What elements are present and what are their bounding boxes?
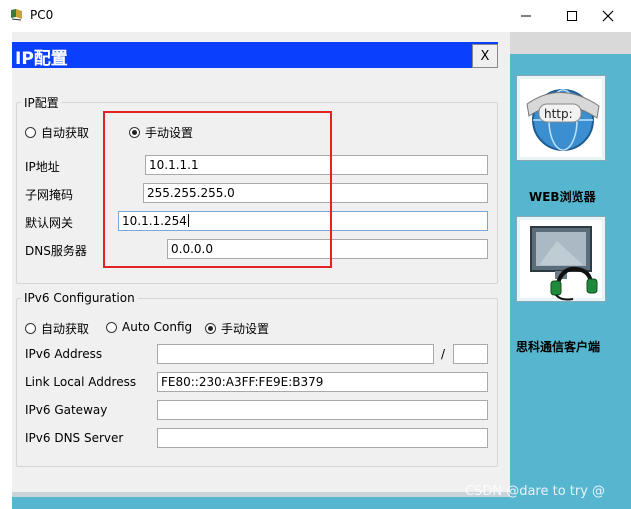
close-icon xyxy=(602,10,614,22)
maximize-icon xyxy=(567,11,577,21)
subnet-mask-label: 子网掩码 xyxy=(25,188,74,202)
radio-unchecked-icon xyxy=(25,127,36,138)
prefix-separator: / xyxy=(441,347,446,361)
ipv6-radio-dhcp-label: 自动获取 xyxy=(41,322,90,336)
link-local-address-label: Link Local Address xyxy=(25,375,137,389)
web-browser-label[interactable]: WEB浏览器 xyxy=(529,188,596,205)
ipv6-gateway-label: IPv6 Gateway xyxy=(25,403,108,417)
ipv6-radio-autoconfig[interactable]: Auto Config xyxy=(106,320,192,334)
ipv4-group-legend: IP配置 xyxy=(21,94,62,111)
cisco-comms-client-tile[interactable] xyxy=(516,216,606,302)
desktop-apps-panel: http: WEB浏览器 思科通信客户端 xyxy=(510,32,631,509)
dialog-titlebar: IP配置 xyxy=(12,42,498,69)
ipv4-radio-dhcp[interactable]: 自动获取 xyxy=(25,124,89,141)
web-browser-tile[interactable]: http: xyxy=(516,75,606,161)
radio-unchecked-icon xyxy=(25,323,36,334)
close-window-button[interactable] xyxy=(585,0,631,32)
ipv6-radio-static-label: 手动设置 xyxy=(221,322,270,336)
radio-checked-icon xyxy=(205,323,216,334)
dialog-close-button[interactable]: X xyxy=(472,44,498,68)
ipv6-group-legend: IPv6 Configuration xyxy=(21,291,138,305)
packet-tracer-pc-icon xyxy=(10,8,24,22)
cisco-comms-client-label[interactable]: 思科通信客户端 xyxy=(516,338,600,355)
dns-server-label: DNS服务器 xyxy=(25,244,87,258)
svg-text:http:: http: xyxy=(544,107,573,121)
ipv6-dns-server-field[interactable] xyxy=(157,428,488,448)
ipv6-dns-server-label: IPv6 DNS Server xyxy=(25,431,124,445)
window-titlebar: PC0 xyxy=(0,0,631,32)
ipv6-radio-dhcp[interactable]: 自动获取 xyxy=(25,320,89,337)
ipv6-address-field[interactable] xyxy=(157,344,434,364)
ipv6-gateway-field[interactable] xyxy=(157,400,488,420)
dialog-title: IP配置 xyxy=(15,49,68,69)
monitor-headset-icon xyxy=(530,226,598,301)
ip-address-label: IP地址 xyxy=(25,160,60,174)
ipv6-radio-autoconfig-label: Auto Config xyxy=(122,320,193,334)
highlight-annotation-box xyxy=(103,111,332,268)
default-gateway-label: 默认网关 xyxy=(25,216,74,230)
radio-unchecked-icon xyxy=(106,321,117,333)
link-local-address-field[interactable]: FE80::230:A3FF:FE9E:B379 xyxy=(157,372,488,392)
ipv4-radio-dhcp-label: 自动获取 xyxy=(41,126,90,140)
csdn-watermark: CSDN @dare to try @ xyxy=(465,484,606,499)
window-title: PC0 xyxy=(30,8,54,22)
ipv6-radio-static[interactable]: 手动设置 xyxy=(205,320,269,337)
ipv6-prefix-length-field[interactable] xyxy=(453,344,488,364)
panel-header-strip xyxy=(510,32,631,54)
ipv6-address-label: IPv6 Address xyxy=(25,347,103,361)
http-globe-icon: http: xyxy=(526,89,600,151)
bottom-panel-divider xyxy=(12,492,510,497)
minimize-icon xyxy=(521,15,531,17)
minimize-button[interactable] xyxy=(503,0,549,32)
